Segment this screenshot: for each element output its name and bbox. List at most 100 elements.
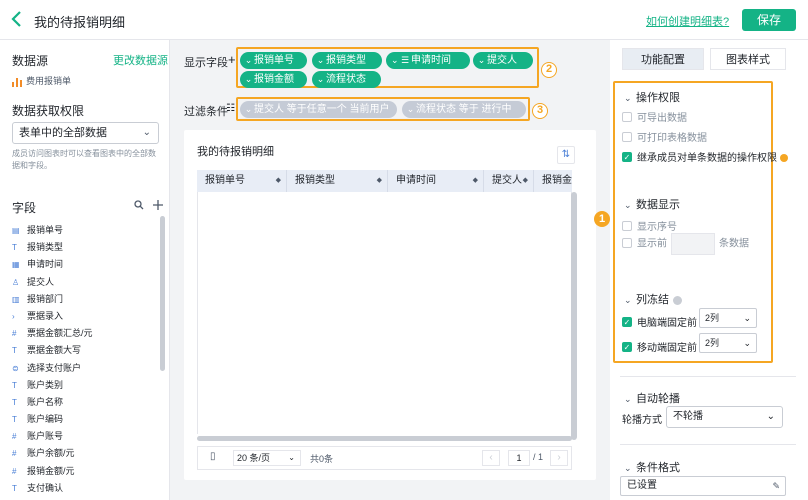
show-index-option[interactable]: 显示序号 (622, 218, 677, 233)
change-datasource-link[interactable]: 更改数据源 (113, 52, 168, 68)
field-item[interactable]: ▤ 报销单号 (12, 222, 157, 239)
info-icon[interactable] (673, 295, 682, 305)
display-field-pill[interactable]: ⌄ 报销金额 (240, 71, 307, 88)
perm-note: 成员访问图表时可以查看图表中的全部数据和字段。 (12, 149, 156, 170)
display-field-pill[interactable]: ⌄ 报销类型 (312, 52, 382, 69)
cond-setting[interactable]: 已设置 ✎ (620, 476, 786, 496)
perm-option[interactable]: 可导出数据 (622, 109, 687, 124)
perm-select[interactable]: 表单中的全部数据 ⌄ (12, 122, 159, 144)
freeze-pc-value: 2列 (705, 313, 720, 323)
field-item-label: 选择支付账户 (27, 362, 82, 373)
display-section-header[interactable]: ⌄ 数据显示 (624, 196, 680, 212)
field-item[interactable]: T 支付确认 (12, 480, 157, 497)
prev-page-icon[interactable]: ‹ (482, 450, 500, 466)
checkbox-checked[interactable]: ✓ (622, 317, 632, 328)
edit-icon[interactable]: ✎ (772, 477, 780, 495)
scrollbar[interactable] (160, 216, 165, 371)
field-item-label: 支付确认 (27, 482, 64, 493)
column-header[interactable]: 报销单号 ◆ (197, 170, 287, 192)
page-number-input[interactable]: 1 (508, 450, 530, 466)
field-item-label: 账户余额/元 (27, 448, 75, 459)
sort-arrows-icon[interactable]: ◆ (276, 170, 281, 192)
sort-icon[interactable]: ⇅ (557, 146, 575, 164)
checkbox-checked[interactable]: ✓ (622, 152, 632, 163)
checkbox[interactable] (622, 221, 632, 232)
freeze-pc-select[interactable]: 2列 ⌄ (699, 308, 757, 328)
display-field-pill[interactable]: ⌄ 提交人 (473, 52, 533, 69)
perm-option[interactable]: 可打印表格数据 (622, 129, 707, 144)
checkbox[interactable] (622, 132, 632, 143)
filter-pill-label: 流程状态 等于 进行中 (416, 104, 512, 115)
number-field-icon: # (12, 466, 17, 476)
sort-arrows-icon[interactable]: ◆ (523, 170, 528, 192)
add-icon[interactable] (153, 199, 164, 213)
save-button[interactable]: 保存 (742, 9, 796, 31)
bar-chart-icon (12, 77, 22, 87)
warning-icon[interactable] (780, 154, 788, 163)
display-field-pill[interactable]: ⌄ 报销单号 (240, 52, 307, 69)
field-item[interactable]: › 票据录入 (12, 308, 157, 325)
filter-pill[interactable]: ⌄ 流程状态 等于 进行中 (402, 101, 526, 118)
freeze-mobile-select[interactable]: 2列 ⌄ (699, 333, 757, 353)
search-icon[interactable] (134, 199, 147, 213)
column-header[interactable]: 提交人 ◆ (484, 170, 534, 192)
datasource-title: 数据源 (12, 54, 49, 68)
help-link[interactable]: 如何创建明细表? (646, 13, 729, 29)
checkbox[interactable] (622, 112, 632, 123)
horizontal-scrollbar[interactable] (197, 436, 572, 441)
datasource-item[interactable]: 费用报销单 (12, 74, 71, 87)
chevron-down-icon: ⌄ (244, 104, 253, 114)
display-field-pill[interactable]: ⌄ 流程状态 (312, 71, 381, 88)
field-item[interactable]: ⊜ 选择支付账户 (12, 360, 157, 377)
show-first-option[interactable]: 显示前 条数据 (622, 233, 749, 255)
perm-section-header[interactable]: ⌄ 操作权限 (624, 89, 680, 105)
freeze-mobile-option[interactable]: ✓ 移动端固定前 (622, 339, 697, 354)
field-item[interactable]: # 票据金额汇总/元 (12, 325, 157, 342)
field-item[interactable]: # 报销金额/元 (12, 463, 157, 480)
field-item[interactable]: # 账户余额/元 (12, 445, 157, 462)
right-panel: 功能配置 图表样式 1 ⌄ 操作权限 可导出数据 可打印表格数据 ✓ 继承成员对单条数据… (594, 40, 808, 500)
perm-title: 数据获取权限 (12, 104, 85, 118)
carousel-section-header[interactable]: ⌄ 自动轮播 (624, 390, 680, 406)
text-field-icon: T (12, 346, 17, 356)
freeze-pc-option[interactable]: ✓ 电脑端固定前 (622, 314, 697, 329)
freeze-section-header[interactable]: ⌄ 列冻结 (624, 291, 682, 307)
step-badge-3: 3 (532, 103, 548, 119)
add-field-icon[interactable]: + (228, 52, 236, 67)
checkbox-checked[interactable]: ✓ (622, 342, 632, 353)
divider (620, 376, 796, 377)
page-size-select[interactable]: 20 条/页 ⌄ (233, 450, 301, 466)
sort-arrows-icon[interactable]: ◆ (377, 170, 382, 192)
field-item[interactable]: T 账户编码 (12, 411, 157, 428)
date-field-icon: ▦ (12, 260, 20, 270)
field-item[interactable]: ♙ 提交人 (12, 274, 157, 291)
field-item[interactable]: # 账户账号 (12, 428, 157, 445)
checkbox[interactable] (622, 238, 632, 248)
tab-config[interactable]: 功能配置 (622, 48, 704, 70)
field-item[interactable]: T 账户名称 (12, 394, 157, 411)
perm-option[interactable]: ✓ 继承成员对单条数据的操作权限 (622, 149, 788, 164)
display-field-pill[interactable]: ⌄ ☰ 申请时间 (386, 52, 470, 69)
field-item[interactable]: ▥ 报销部门 (12, 291, 157, 308)
layout-icon[interactable]: ▯ (210, 451, 216, 462)
column-header-label: 申请时间 (396, 175, 436, 186)
back-arrow-icon[interactable] (10, 10, 24, 30)
sort-arrows-icon[interactable]: ◆ (473, 170, 478, 192)
next-page-icon[interactable]: › (550, 450, 568, 466)
filter-list-icon[interactable]: ☷ (226, 103, 235, 114)
tab-style[interactable]: 图表样式 (710, 48, 786, 70)
carousel-select[interactable]: 不轮播 ⌄ (666, 406, 783, 428)
field-item-label: 账户账号 (27, 431, 64, 442)
vertical-scrollbar[interactable] (571, 192, 577, 440)
filter-pill[interactable]: ⌄ 提交人 等于任意一个 当前用户 (240, 101, 397, 118)
column-header[interactable]: 报销类型 ◆ (287, 170, 388, 192)
field-item[interactable]: T 账户类别 (12, 377, 157, 394)
column-header[interactable]: 申请时间 ◆ (388, 170, 484, 192)
field-item[interactable]: T 票据金额大写 (12, 342, 157, 359)
cond-section-header[interactable]: ⌄ 条件格式 (624, 459, 680, 475)
show-first-input[interactable] (671, 233, 715, 255)
field-item[interactable]: ▦ 申请时间 (12, 256, 157, 273)
column-header[interactable]: 报销金 (534, 170, 572, 192)
text-field-icon: ▤ (12, 226, 20, 235)
field-item[interactable]: T 报销类型 (12, 239, 157, 256)
